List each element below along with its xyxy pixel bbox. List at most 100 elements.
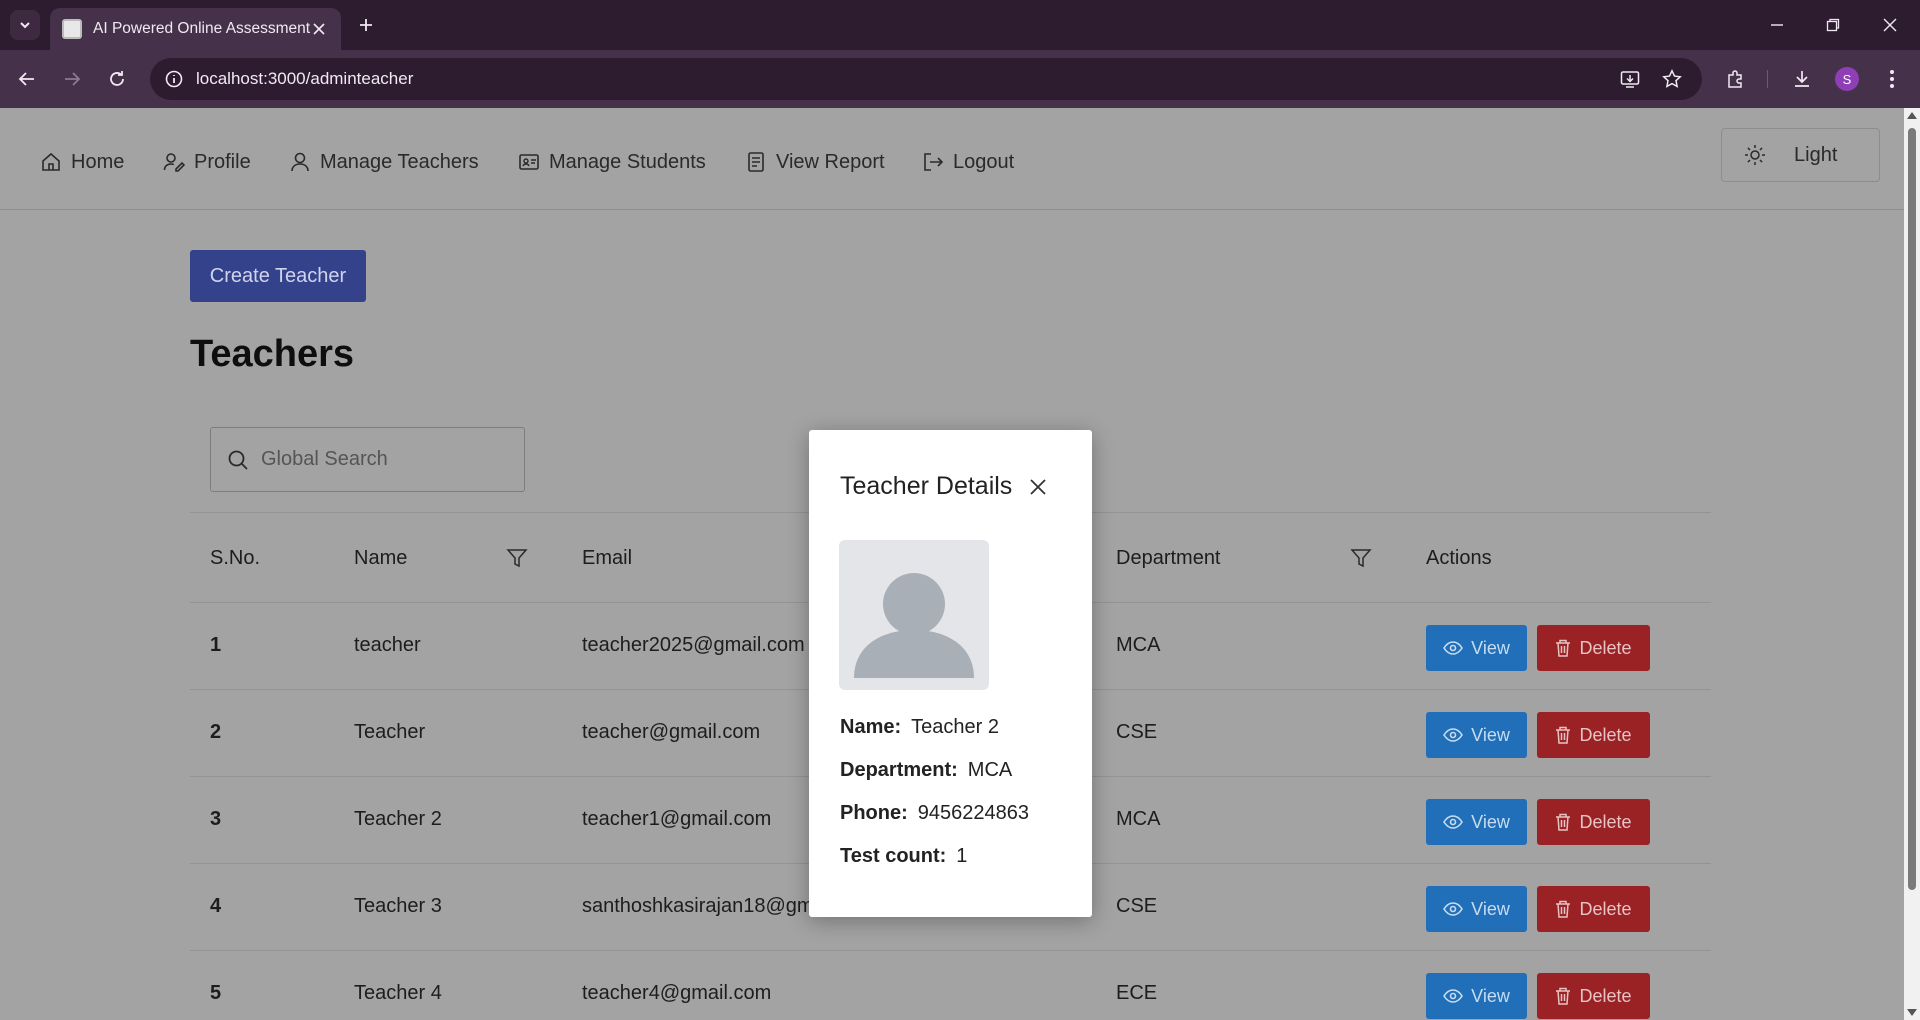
cell-name: Teacher 4 [354,982,442,1004]
nav-manage-teachers[interactable]: Manage Teachers [289,147,479,177]
cell-sno: 4 [210,895,222,917]
cell-name: teacher [354,634,421,656]
download-icon [1795,71,1809,87]
delete-button[interactable]: Delete [1537,799,1650,845]
global-search-input[interactable]: Global Search [210,427,525,492]
detail-test-count: Test count: 1 [840,845,967,868]
nav-manage-teachers-label: Manage Teachers [320,150,479,173]
header-email[interactable]: Email [582,547,632,570]
close-icon [1030,479,1046,495]
cell-department: CSE [1116,721,1158,743]
address-bar[interactable]: localhost:3000/adminteacher [150,58,1702,100]
detail-phone-label: Phone: [840,802,908,824]
name-filter-icon[interactable] [506,547,528,569]
user-placeholder-icon [854,573,974,678]
downloads-button[interactable] [1787,64,1817,94]
detail-test-count-label: Test count: [840,845,947,867]
delete-button[interactable]: Delete [1537,973,1650,1019]
table-row: 5 Teacher 4 teacher4@gmail.com ECE View … [190,951,1711,1020]
detail-department-label: Department: [840,759,958,781]
cell-email: teacher4@gmail.com [582,982,772,1004]
nav-view-report[interactable]: View Report [745,147,885,177]
eye-icon [1443,902,1464,916]
trash-icon [1556,813,1571,831]
scroll-down-arrow[interactable] [1907,1009,1917,1016]
cell-sno: 5 [210,982,222,1004]
puzzle-icon [1728,70,1742,88]
cell-name: Teacher 3 [354,895,442,917]
header-name[interactable]: Name [354,547,407,570]
delete-label: Delete [1579,811,1632,832]
page-title: Teachers [190,333,355,375]
site-info-button[interactable] [162,67,186,91]
nav-logout[interactable]: Logout [922,147,1014,177]
restore-icon [1826,18,1840,32]
create-teacher-button[interactable]: Create Teacher [190,250,366,302]
cell-email: teacher2025@gmail.com [582,634,805,656]
browser-toolbar: localhost:3000/adminteacher S [0,50,1920,108]
restore-button[interactable] [1818,12,1848,38]
bookmark-button[interactable] [1660,67,1684,91]
info-icon [165,70,183,88]
minimize-button[interactable] [1762,12,1792,38]
theme-toggle-button[interactable]: Light [1721,128,1880,182]
eye-icon [1443,728,1464,742]
app-navbar: Home Profile Manage Teachers Manage Stud… [0,108,1904,210]
detail-department: Department: MCA [840,759,1012,782]
eye-icon [1443,815,1464,829]
logout-icon [924,153,944,171]
view-button[interactable]: View [1426,712,1527,758]
browser-tab[interactable]: AI Powered Online Assessment [50,8,341,50]
toolbar-divider [1767,70,1768,88]
teacher-details-modal: Teacher Details Name: Teacher 2 Departmen… [809,430,1092,917]
modal-close-button[interactable] [1024,473,1052,501]
page-scrollbar[interactable] [1904,108,1920,1020]
delete-button[interactable]: Delete [1537,886,1650,932]
close-icon [313,23,325,35]
scroll-up-arrow[interactable] [1907,112,1917,119]
view-button[interactable]: View [1426,799,1527,845]
reload-button[interactable] [102,64,132,94]
profile-edit-icon [163,153,185,172]
browser-menu-button[interactable] [1877,64,1907,94]
department-filter-icon[interactable] [1350,547,1372,569]
cell-sno: 2 [210,721,222,743]
header-department[interactable]: Department [1116,547,1221,570]
cell-sno: 3 [210,808,222,830]
search-icon [228,450,248,470]
back-button[interactable] [12,64,42,94]
forward-button[interactable] [57,64,87,94]
report-icon [748,152,764,172]
tab-search-button[interactable] [10,10,40,40]
nav-profile[interactable]: Profile [163,147,251,177]
plus-icon [360,19,372,31]
modal-title: Teacher Details [840,472,1013,500]
star-icon [1662,69,1682,88]
delete-button[interactable]: Delete [1537,712,1650,758]
extensions-button[interactable] [1721,64,1751,94]
view-label: View [1471,724,1510,745]
detail-test-count-value: 1 [956,845,968,867]
url-text: localhost:3000/adminteacher [196,69,414,88]
detail-name: Name: Teacher 2 [840,716,999,739]
view-button[interactable]: View [1426,973,1527,1019]
profile-avatar-button[interactable]: S [1835,67,1859,91]
browser-tab-bar: AI Powered Online Assessment [0,0,1920,50]
close-window-button[interactable] [1875,12,1905,38]
delete-button[interactable]: Delete [1537,625,1650,671]
scrollbar-thumb[interactable] [1908,128,1916,890]
nav-home[interactable]: Home [40,147,124,177]
view-button[interactable]: View [1426,886,1527,932]
new-tab-button[interactable] [353,12,379,38]
detail-department-value: MCA [967,759,1013,781]
cell-department: MCA [1116,808,1161,830]
tab-close-button[interactable] [307,17,331,41]
user-icon [291,152,309,172]
detail-phone: Phone: 9456224863 [840,802,1029,825]
arrow-right-icon [65,72,81,86]
detail-phone-value: 9456224863 [917,802,1030,824]
search-placeholder: Global Search [261,448,388,470]
view-button[interactable]: View [1426,625,1527,671]
install-app-button[interactable] [1618,67,1642,91]
nav-manage-students[interactable]: Manage Students [518,147,706,177]
